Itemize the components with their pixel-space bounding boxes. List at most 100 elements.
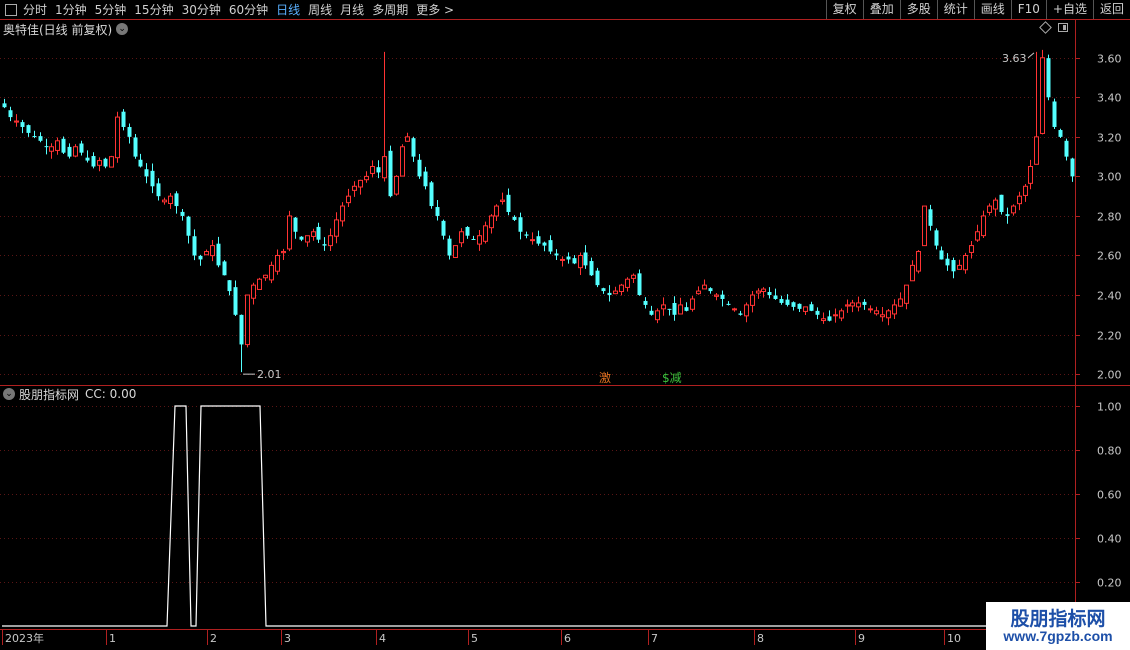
candle-body-down xyxy=(411,138,416,157)
time-tick-label: 3 xyxy=(284,632,291,645)
price-tick-label: 3.20 xyxy=(1097,132,1122,145)
sub-tick-label: 0.60 xyxy=(1097,489,1122,502)
candle-body-up xyxy=(305,235,310,243)
indicator-title: 股朋指标网 xyxy=(19,387,80,402)
candle-body-up xyxy=(364,175,369,181)
candle-body-down xyxy=(791,302,796,307)
candle-body-up xyxy=(916,251,921,272)
diamond-icon[interactable] xyxy=(1039,21,1052,34)
candle-body-down xyxy=(222,261,227,276)
candle-body-up xyxy=(405,136,410,142)
candle-body-up xyxy=(981,215,986,237)
candle-body-down xyxy=(85,157,90,161)
candle-body-up xyxy=(459,231,464,244)
stock-title: 奥特佳(日线 前复权) xyxy=(3,22,113,37)
candle-body-up xyxy=(483,225,488,242)
candle-body-down xyxy=(150,170,155,187)
candle-body-up xyxy=(987,205,992,213)
candle-body-down xyxy=(809,304,814,311)
candle-body-down xyxy=(767,291,772,296)
candle-body-down xyxy=(928,209,933,226)
candle-body-up xyxy=(868,308,873,311)
candle-body-down xyxy=(156,183,161,197)
candle-body-up xyxy=(856,302,861,308)
candle-body-down xyxy=(388,150,393,197)
candle-body-down xyxy=(583,252,588,266)
chevron-down-icon[interactable]: ⌄ xyxy=(3,388,15,400)
price-tick-label: 3.00 xyxy=(1097,171,1122,184)
candle-body-down xyxy=(233,287,238,315)
candle-body-down xyxy=(589,261,594,276)
candle-body-up xyxy=(269,264,274,281)
kline-chart[interactable]: 3.63 2.01 激 $减 3.60 3.40 3.20 3.00 2.80 2.60 2.40… xyxy=(0,0,1130,650)
candle-body-down xyxy=(649,310,654,315)
candle-body-up xyxy=(275,254,280,272)
candle-body-up xyxy=(963,254,968,271)
candle-body-up xyxy=(346,195,351,204)
price-tick-label: 2.00 xyxy=(1097,369,1122,382)
candle-body-down xyxy=(376,167,381,173)
price-tick-label: 2.20 xyxy=(1097,330,1122,343)
sub-tick-label: 0.80 xyxy=(1097,445,1122,458)
candle-body-down xyxy=(216,243,221,266)
candle-body-up xyxy=(957,264,962,270)
candle-body-up xyxy=(732,308,737,311)
watermark-title: 股朋指标网 xyxy=(1010,608,1106,630)
candle-body-down xyxy=(548,240,553,252)
candle-body-up xyxy=(168,195,173,205)
candle-body-down xyxy=(862,301,867,305)
candle-body-down xyxy=(542,242,547,246)
candle-body-up xyxy=(690,298,695,310)
candle-body-down xyxy=(186,216,191,236)
candle-body-down xyxy=(566,256,571,260)
candle-body-down xyxy=(726,303,731,305)
candle-body-down xyxy=(79,143,84,153)
candle-body-up xyxy=(281,251,286,254)
time-tick-label: 5 xyxy=(471,632,478,645)
price-tick-label: 2.40 xyxy=(1097,290,1122,303)
candle-body-up xyxy=(560,258,565,261)
candle-body-up xyxy=(530,239,535,242)
candle-body-down xyxy=(26,125,31,133)
candle-body-up xyxy=(453,245,458,258)
panel-toggle-icon[interactable] xyxy=(1058,23,1068,32)
price-tick-label: 3.40 xyxy=(1097,92,1122,105)
candle-body-up xyxy=(619,284,624,293)
candle-body-down xyxy=(572,258,577,264)
candle-body-up xyxy=(975,231,980,241)
candle-body-up xyxy=(761,288,766,292)
candle-body-up xyxy=(886,310,891,319)
candle-body-up xyxy=(115,116,120,159)
candle-body-up xyxy=(382,156,387,179)
candle-body-down xyxy=(435,207,440,216)
candle-body-up xyxy=(210,245,215,257)
cc-value: CC: 0.00 xyxy=(85,387,137,401)
candle-body-down xyxy=(2,103,7,108)
candle-body-up xyxy=(251,284,256,299)
candle-body-down xyxy=(536,236,541,244)
chevron-down-icon[interactable]: ⌄ xyxy=(116,23,129,35)
candle-body-up xyxy=(334,219,339,237)
candle-body-up xyxy=(678,304,683,315)
watermark-logo: 股朋指标网 www.7gpzb.com xyxy=(986,602,1130,650)
candle-body-down xyxy=(44,146,49,148)
candle-body-down xyxy=(174,193,179,207)
candle-body-down xyxy=(316,226,321,240)
time-tick-label: 7 xyxy=(651,632,658,645)
candle-body-up xyxy=(55,140,60,151)
candle-body-down xyxy=(738,313,743,315)
candle-body-up xyxy=(340,205,345,222)
candle-body-down xyxy=(121,111,126,127)
candle-body-down xyxy=(138,159,143,167)
candle-body-down xyxy=(999,194,1004,212)
candle-body-down xyxy=(91,156,96,167)
candle-body-down xyxy=(465,227,470,236)
candle-body-up xyxy=(245,294,250,346)
candle-body-up xyxy=(162,199,167,203)
candle-body-up xyxy=(1040,57,1045,134)
low-label: 2.01 xyxy=(257,368,282,381)
candle-body-up xyxy=(655,310,660,321)
candle-body-up xyxy=(714,294,719,297)
watermark-url: www.7gpzb.com xyxy=(1003,628,1113,644)
candle-body-down xyxy=(827,316,832,321)
